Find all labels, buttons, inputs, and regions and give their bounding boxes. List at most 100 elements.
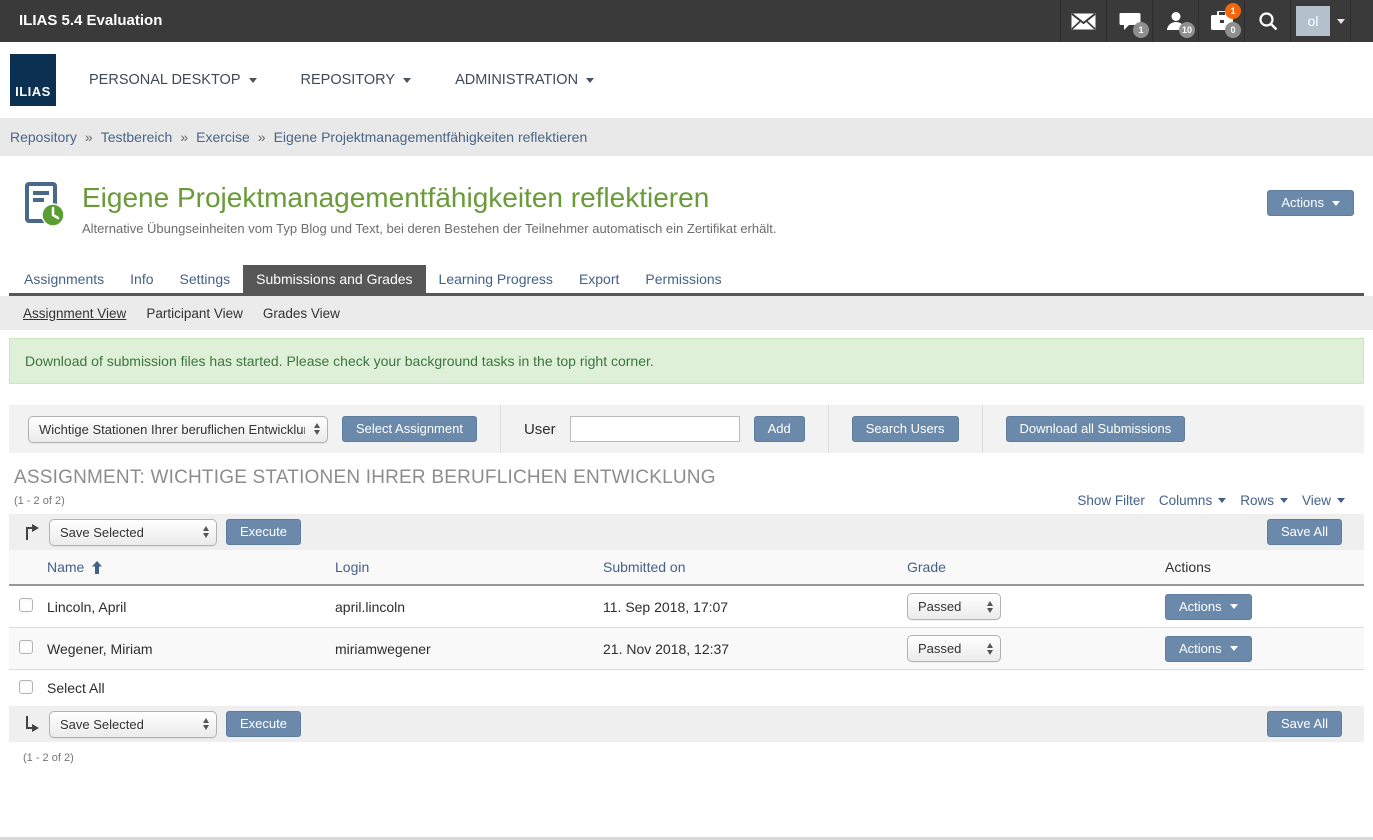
background-tasks-button[interactable]: 1 0 [1198, 0, 1244, 42]
rows-dropdown[interactable]: Rows [1240, 493, 1288, 508]
subtab-participant-view[interactable]: Participant View [146, 306, 243, 321]
grade-select[interactable]: Passed [907, 635, 1001, 662]
table-header-row: Name Login Submitted on Grade Actions [9, 550, 1364, 586]
tab-export[interactable]: Export [566, 265, 632, 293]
main-header: ILIAS PERSONAL DESKTOP REPOSITORY ADMINI… [0, 42, 1373, 118]
tab-info[interactable]: Info [117, 265, 166, 293]
sort-by-login[interactable]: Login [335, 559, 603, 575]
cell-name: Wegener, Miriam [47, 641, 335, 657]
page-title: Eigene Projektmanagementfähigkeiten refl… [82, 182, 776, 214]
show-filter-link[interactable]: Show Filter [1077, 493, 1145, 508]
online-users-badge: 10 [1179, 22, 1195, 38]
select-stepper-icon [203, 718, 209, 730]
breadcrumb-repository[interactable]: Repository [10, 129, 77, 145]
grade-select[interactable]: Passed [907, 593, 1001, 620]
main-menu: PERSONAL DESKTOP REPOSITORY ADMINISTRATI… [89, 72, 594, 88]
who-is-online-button[interactable]: 10 [1152, 0, 1198, 42]
topbar-spacer [1350, 0, 1373, 42]
select-assignment-button[interactable]: Select Assignment [342, 416, 477, 442]
actions-header: Actions [1165, 559, 1364, 575]
user-label: User [524, 421, 556, 438]
sort-ascending-icon [92, 561, 102, 574]
select-all-label: Select All [47, 680, 335, 696]
apply-up-arrow-icon [22, 523, 40, 541]
divider [828, 405, 829, 453]
user-menu[interactable]: ol [1290, 0, 1350, 42]
divider [500, 405, 501, 453]
cell-login: miriamwegener [335, 641, 603, 657]
columns-dropdown[interactable]: Columns [1159, 493, 1226, 508]
assignment-section-heading: ASSIGNMENT: WICHTIGE STATIONEN IHRER BER… [14, 467, 1359, 489]
cell-name: Lincoln, April [47, 599, 335, 615]
search-users-button[interactable]: Search Users [852, 416, 959, 442]
select-stepper-icon [203, 526, 209, 538]
bulk-action-select-bottom[interactable]: Save Selected [49, 711, 217, 738]
view-dropdown[interactable]: View [1302, 493, 1345, 508]
breadcrumb-testbereich[interactable]: Testbereich [101, 129, 173, 145]
top-bar: ILIAS 5.4 Evaluation 1 10 1 0 [0, 0, 1373, 42]
avatar: ol [1296, 6, 1330, 36]
breadcrumb-separator: » [85, 129, 93, 145]
subtab-assignment-view[interactable]: Assignment View [23, 306, 126, 321]
submissions-table: Save Selected Execute Save All Name Logi… [9, 514, 1364, 764]
chevron-down-icon [586, 78, 594, 83]
row-checkbox[interactable] [19, 640, 33, 654]
page-subtitle: Alternative Übungseinheiten vom Typ Blog… [82, 221, 776, 236]
menu-repository[interactable]: REPOSITORY [301, 72, 412, 88]
menu-administration[interactable]: ADMINISTRATION [455, 72, 594, 88]
save-all-button-bottom[interactable]: Save All [1267, 711, 1342, 737]
result-count-top: (1 - 2 of 2) [14, 495, 65, 507]
ilias-logo[interactable]: ILIAS [10, 54, 56, 106]
select-stepper-icon [314, 423, 320, 435]
table-meta-row: (1 - 2 of 2) Show Filter Columns Rows Vi… [14, 493, 1359, 508]
bulk-actions-top: Save Selected Execute Save All [9, 514, 1364, 550]
add-user-button[interactable]: Add [754, 416, 805, 442]
row-checkbox[interactable] [19, 598, 33, 612]
sort-by-grade[interactable]: Grade [907, 559, 1165, 575]
chevron-down-icon [1337, 19, 1345, 24]
chevron-down-icon [1230, 604, 1238, 609]
save-all-button-top[interactable]: Save All [1267, 519, 1342, 545]
chat-badge: 1 [1133, 22, 1149, 38]
row-actions-button[interactable]: Actions [1165, 636, 1252, 662]
tab-assignments[interactable]: Assignments [11, 265, 117, 293]
subtab-grades-view[interactable]: Grades View [263, 306, 340, 321]
tab-permissions[interactable]: Permissions [632, 265, 734, 293]
tab-submissions-and-grades[interactable]: Submissions and Grades [243, 265, 425, 293]
user-input[interactable] [570, 416, 740, 442]
page-actions-button[interactable]: Actions [1267, 190, 1354, 216]
breadcrumb-exercise[interactable]: Exercise [196, 129, 250, 145]
row-actions-button[interactable]: Actions [1165, 594, 1252, 620]
menu-personal-desktop[interactable]: PERSONAL DESKTOP [89, 72, 257, 88]
search-icon [1258, 11, 1278, 31]
breadcrumb: Repository » Testbereich » Exercise » Ei… [0, 118, 1373, 156]
search-button[interactable] [1244, 0, 1290, 42]
breadcrumb-current[interactable]: Eigene Projektmanagementfähigkeiten refl… [274, 129, 588, 145]
tasks-new-badge: 1 [1225, 3, 1241, 19]
mail-button[interactable] [1060, 0, 1106, 42]
tab-bar: Assignments Info Settings Submissions an… [9, 265, 1364, 296]
bulk-action-select-top[interactable]: Save Selected [49, 519, 217, 546]
result-count-bottom: (1 - 2 of 2) [23, 752, 1364, 764]
assignment-select[interactable]: Wichtige Stationen Ihrer beruflichen Ent… [28, 416, 328, 443]
filter-toolbar: Wichtige Stationen Ihrer beruflichen Ent… [9, 405, 1364, 453]
sort-by-name[interactable]: Name [47, 559, 84, 575]
execute-button-bottom[interactable]: Execute [226, 711, 301, 737]
tab-learning-progress[interactable]: Learning Progress [426, 265, 566, 293]
table-row: Wegener, Miriam miriamwegener 21. Nov 20… [9, 628, 1364, 670]
bulk-actions-bottom: Save Selected Execute Save All [9, 706, 1364, 742]
chevron-down-icon [1280, 498, 1288, 503]
divider [982, 405, 983, 453]
download-all-submissions-button[interactable]: Download all Submissions [1006, 416, 1186, 442]
chat-button[interactable]: 1 [1106, 0, 1152, 42]
select-all-row: Select All [9, 670, 1364, 706]
select-all-checkbox[interactable] [19, 680, 33, 694]
success-message: Download of submission files has started… [9, 338, 1364, 384]
select-stepper-icon [987, 643, 993, 655]
sort-by-submitted[interactable]: Submitted on [603, 559, 907, 575]
tab-settings[interactable]: Settings [167, 265, 244, 293]
cell-submitted: 11. Sep 2018, 17:07 [603, 599, 907, 615]
chevron-down-icon [1218, 498, 1226, 503]
chevron-down-icon [1337, 498, 1345, 503]
execute-button-top[interactable]: Execute [226, 519, 301, 545]
